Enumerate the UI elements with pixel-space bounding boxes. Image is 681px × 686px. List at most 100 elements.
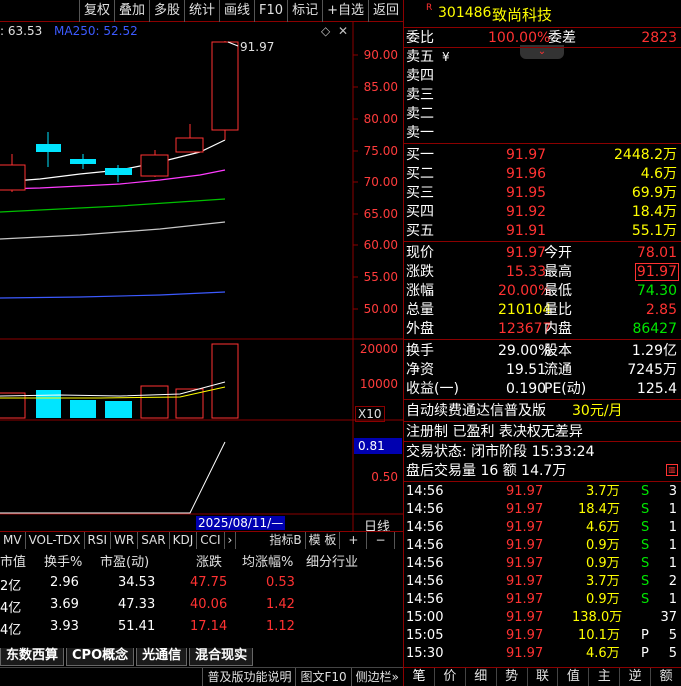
- weicha-value: 2823: [641, 30, 677, 46]
- toolbar-multi-stock-button[interactable]: 多股: [148, 0, 184, 22]
- tab-sar[interactable]: SAR: [138, 532, 170, 549]
- vol-tick: 20000: [359, 342, 398, 356]
- indicator-tab-bar: MV VOL-TDX RSI WR SAR KDJ CCI › 指标B 模 板 …: [0, 531, 403, 549]
- tab-cci[interactable]: CCI: [197, 532, 225, 549]
- tick-volume: 4.6万: [586, 520, 620, 535]
- toolbar-mark-button[interactable]: 标记: [287, 0, 322, 22]
- toolbar-stats-button[interactable]: 统计: [184, 0, 219, 22]
- tick-row: 14:56 91.97 4.6万 S 1: [406, 519, 681, 537]
- col-header-pe[interactable]: 市盈(动): [100, 551, 149, 570]
- kline-chart-area[interactable]: : 63.53 MA250: 52.52 ◇ ✕ 91.97 90.00 85.…: [0, 22, 403, 535]
- stat-value: 7245万: [627, 362, 677, 378]
- tick-flag: S: [641, 592, 650, 607]
- buy-volume: 55.1万: [631, 223, 677, 239]
- feature-guide-link[interactable]: 普及版功能说明: [202, 668, 295, 686]
- stat-value: 74.30: [636, 283, 677, 299]
- col-header-change[interactable]: 涨跌: [196, 551, 222, 570]
- cell-turnover: 3.93: [50, 619, 79, 634]
- tab-main[interactable]: 主: [589, 668, 621, 686]
- stat-label: 净资: [406, 362, 434, 378]
- tick-row: 14:56 91.97 18.4万 S 1: [406, 501, 681, 519]
- tab-rsi[interactable]: RSI: [85, 532, 111, 549]
- toolbar-draw-line-button[interactable]: 画线: [219, 0, 254, 22]
- buy-price: 91.95: [506, 185, 547, 201]
- tick-count: 1: [668, 520, 677, 535]
- tab-reverse[interactable]: 逆: [620, 668, 652, 686]
- tick-flag: P: [641, 628, 649, 643]
- bar-chart-icon[interactable]: ▥: [666, 464, 678, 476]
- buy-level-row[interactable]: 买五 91.91 55.1万: [406, 222, 681, 240]
- tick-volume: 0.9万: [586, 556, 620, 571]
- tab-value[interactable]: 值: [558, 668, 590, 686]
- buy-level-row[interactable]: 买二 91.96 4.6万: [406, 165, 681, 183]
- toolbar-f10-button[interactable]: F10: [254, 0, 287, 22]
- tab-trend[interactable]: 势: [497, 668, 528, 686]
- promo-row[interactable]: 自动续费通达信普及版 30元/月: [406, 402, 681, 420]
- buy-level-row[interactable]: 买三 91.95 69.9万: [406, 184, 681, 202]
- buy-price: 91.97: [506, 147, 547, 163]
- stat-label: 换手: [406, 343, 434, 359]
- col-header-cap[interactable]: 市值: [0, 551, 26, 570]
- tick-row: 15:30 91.97 4.6万 P 5: [406, 645, 681, 663]
- toolbar-overlay-button[interactable]: 叠加: [113, 0, 149, 22]
- tick-time: 14:56: [406, 520, 444, 535]
- toolbar-back-button[interactable]: 返回: [367, 0, 403, 22]
- toolbar-add-watchlist-button[interactable]: +自选: [322, 0, 368, 22]
- tab-sector-optical[interactable]: 光通信: [136, 648, 188, 666]
- tab-sector-mixed-reality[interactable]: 混合现实: [189, 648, 254, 666]
- stat-label: 最低: [544, 283, 572, 299]
- tab-wr[interactable]: WR: [111, 532, 139, 549]
- stat-label: 最高: [544, 264, 572, 280]
- tick-price: 91.97: [506, 556, 544, 571]
- cell-turnover: 3.69: [50, 597, 79, 612]
- col-header-industry[interactable]: 细分行业: [306, 551, 358, 570]
- tab-sector-east-data[interactable]: 东数西算: [0, 648, 65, 666]
- trade-status-row: 交易状态: 闭市阶段 15:33:24: [406, 443, 681, 461]
- tick-flag: S: [641, 484, 650, 499]
- buy-label: 买三: [406, 185, 434, 201]
- buy-price: 91.92: [506, 204, 547, 220]
- tick-count: 2: [668, 574, 677, 589]
- stat-row: 涨幅 20.00% 最低 74.30: [406, 282, 681, 300]
- buy-level-row[interactable]: 买一 91.97 2448.2万: [406, 146, 681, 164]
- sell-label: 卖四: [406, 68, 434, 84]
- tab-ticks[interactable]: 笔: [404, 668, 435, 686]
- tab-template[interactable]: 模 板: [306, 532, 341, 549]
- vol-unit-badge: X10: [355, 406, 385, 422]
- tab-linked[interactable]: 联: [528, 668, 559, 686]
- tick-price: 91.97: [506, 538, 544, 553]
- diamond-icon[interactable]: ◇: [321, 24, 330, 38]
- tick-count: 5: [668, 628, 677, 643]
- tab-vol-tdx[interactable]: VOL-TDX: [26, 532, 85, 549]
- close-icon[interactable]: ✕: [338, 24, 348, 38]
- tab-sector-cpo[interactable]: CPO概念: [66, 648, 135, 666]
- tab-more-arrow[interactable]: ›: [225, 532, 237, 549]
- tick-volume: 0.9万: [586, 538, 620, 553]
- tab-detail[interactable]: 细: [466, 668, 497, 686]
- tab-price[interactable]: 价: [435, 668, 466, 686]
- stat-value: 125.4: [636, 381, 677, 397]
- zoom-in-button[interactable]: +: [340, 532, 368, 549]
- toolbar-fuquan-button[interactable]: 复权: [78, 0, 114, 22]
- cell-turnover: 2.96: [50, 575, 79, 590]
- zoom-out-button[interactable]: −: [367, 532, 395, 549]
- stat-value: 1.29亿: [631, 343, 677, 359]
- tick-time: 15:05: [406, 628, 444, 643]
- col-header-turnover[interactable]: 换手%: [44, 551, 82, 570]
- tick-flag: P: [641, 646, 649, 661]
- f10-text-button[interactable]: 图文F10: [295, 668, 350, 686]
- tab-kdj[interactable]: KDJ: [170, 532, 198, 549]
- buy-level-row[interactable]: 买四 91.92 18.4万: [406, 203, 681, 221]
- stat-value: 91.97: [506, 245, 547, 261]
- tab-amount[interactable]: 额: [651, 668, 681, 686]
- tick-time: 14:56: [406, 556, 444, 571]
- buy-label: 买五: [406, 223, 434, 239]
- tab-indicator-b[interactable]: 指标B: [266, 532, 306, 549]
- tick-price: 91.97: [506, 484, 544, 499]
- sell-label: 卖一: [406, 125, 434, 141]
- sidebar-toggle-button[interactable]: 侧边栏»: [350, 668, 403, 686]
- stat-row: 外盘 123677 内盘 86427: [406, 320, 681, 338]
- col-header-avg-change[interactable]: 均涨幅%: [242, 551, 293, 570]
- yen-icon: ¥: [442, 50, 450, 64]
- tab-mv[interactable]: MV: [0, 532, 26, 549]
